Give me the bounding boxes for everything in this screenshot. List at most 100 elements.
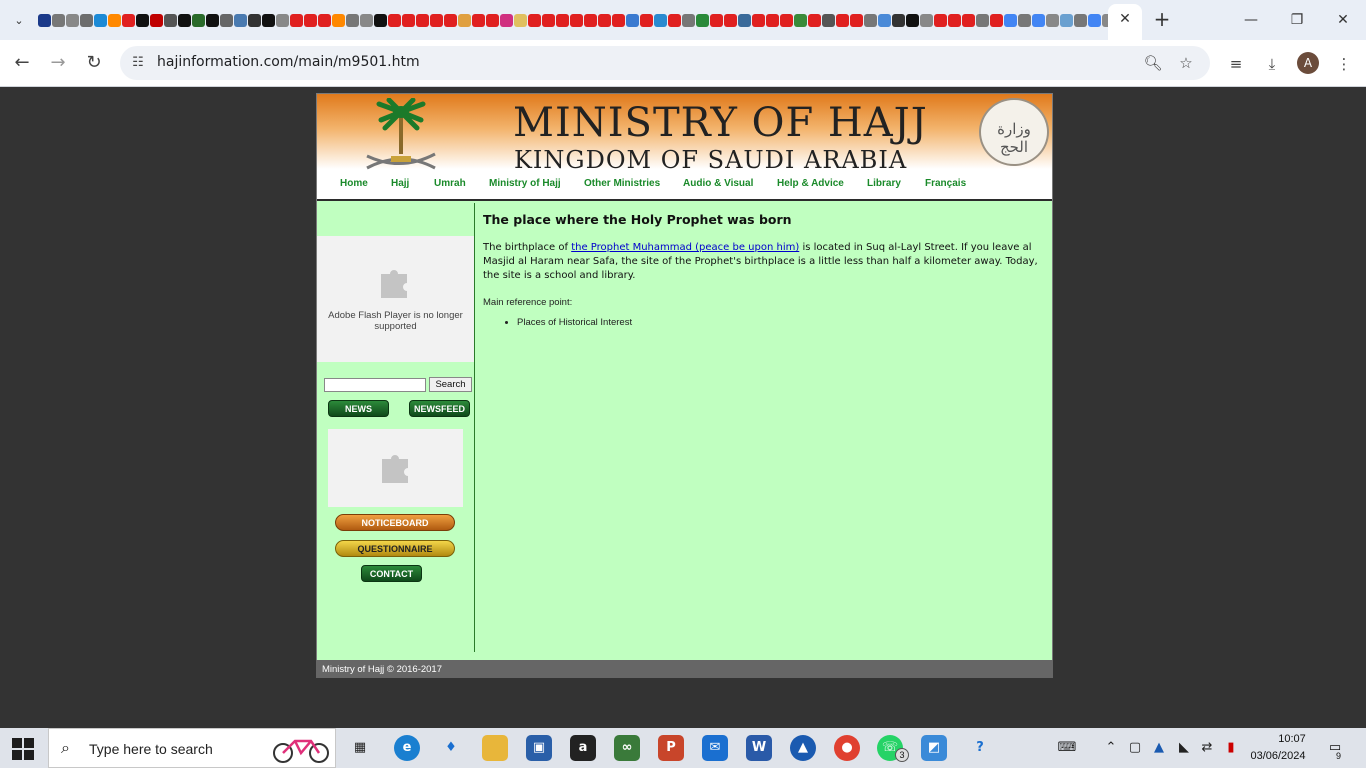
tab-favicon-icon[interactable] xyxy=(1088,13,1101,27)
nav-home[interactable]: Home xyxy=(340,178,368,189)
forward-button[interactable]: → xyxy=(44,50,72,78)
tab-favicon-icon[interactable] xyxy=(584,13,597,27)
edge-icon[interactable]: e xyxy=(394,735,420,761)
clock-date[interactable]: 03/06/2024 xyxy=(1246,750,1310,762)
amazon-icon[interactable]: a xyxy=(570,735,596,761)
photos-icon[interactable]: ◩ xyxy=(921,735,947,761)
site-info-icon[interactable]: ☷ xyxy=(128,53,148,73)
tab-favicon-icon[interactable] xyxy=(304,13,317,27)
tab-favicon-icon[interactable] xyxy=(66,13,79,27)
tab-favicon-icon[interactable] xyxy=(850,13,863,27)
download-icon[interactable]: ⤓ xyxy=(1260,52,1284,76)
tab-favicon-icon[interactable] xyxy=(136,13,149,27)
tab-favicon-icon[interactable] xyxy=(1032,13,1045,27)
reload-button[interactable]: ↻ xyxy=(80,50,108,78)
tab-favicon-icon[interactable] xyxy=(262,13,275,27)
taskbar-search-box[interactable]: ⌕ Type here to search xyxy=(48,728,336,768)
tab-favicon-icon[interactable] xyxy=(682,13,695,27)
close-window-button[interactable]: ✕ xyxy=(1328,8,1358,32)
tab-favicon-icon[interactable] xyxy=(192,13,205,27)
wifi-icon[interactable]: ◣ xyxy=(1175,739,1193,757)
dropbox-icon[interactable]: ♦ xyxy=(438,735,464,761)
tab-favicon-icon[interactable] xyxy=(990,13,1003,27)
keyboard-icon[interactable]: ⌨ xyxy=(1056,739,1078,757)
tab-favicon-icon[interactable] xyxy=(52,13,65,27)
tab-favicon-icon[interactable] xyxy=(374,13,387,27)
tab-favicon-icon[interactable] xyxy=(920,13,933,27)
restore-button[interactable]: ❐ xyxy=(1282,8,1312,32)
network-icon[interactable]: ⇄ xyxy=(1198,739,1216,757)
powerpoint-icon[interactable]: P xyxy=(658,735,684,761)
tab-favicon-icon[interactable] xyxy=(906,13,919,27)
tab-favicon-icon[interactable] xyxy=(612,13,625,27)
chrome-icon[interactable]: ● xyxy=(834,735,860,761)
tab-favicon-icon[interactable] xyxy=(486,13,499,27)
newsfeed-button[interactable]: NEWSFEED xyxy=(409,400,470,417)
nav-ministry-of-hajj[interactable]: Ministry of Hajj xyxy=(489,178,561,189)
tab-favicon-icon[interactable] xyxy=(290,13,303,27)
profile-avatar[interactable]: A xyxy=(1297,52,1319,74)
zoom-icon[interactable]: 🔍︎ xyxy=(1142,52,1164,74)
tab-favicon-icon[interactable] xyxy=(738,13,751,27)
news-button[interactable]: NEWS xyxy=(328,400,389,417)
tab-favicon-icon[interactable] xyxy=(1018,13,1031,27)
tab-favicon-icon[interactable] xyxy=(430,13,443,27)
address-bar[interactable]: ☷ hajinformation.com/main/m9501.htm 🔍︎ ☆ xyxy=(120,46,1210,80)
tab-favicon-icon[interactable] xyxy=(318,13,331,27)
help-icon[interactable]: ? xyxy=(967,735,993,761)
tab-favicon-icon[interactable] xyxy=(94,13,107,27)
tab-favicon-icon[interactable] xyxy=(472,13,485,27)
new-tab-button[interactable]: + xyxy=(1150,8,1174,32)
tab-favicon-icon[interactable] xyxy=(1060,13,1073,27)
tab-favicon-icon[interactable] xyxy=(332,13,345,27)
bookmark-star-icon[interactable]: ☆ xyxy=(1175,52,1197,74)
tab-favicon-icon[interactable] xyxy=(402,13,415,27)
tab-favicon-icon[interactable] xyxy=(164,13,177,27)
tab-favicon-icon[interactable] xyxy=(1004,13,1017,27)
tab-favicon-icon[interactable] xyxy=(444,13,457,27)
tab-favicon-icon[interactable] xyxy=(514,13,527,27)
url-text[interactable]: hajinformation.com/main/m9501.htm xyxy=(157,54,420,70)
tab-favicon-icon[interactable] xyxy=(1074,13,1087,27)
chevron-up-icon[interactable]: ⌃ xyxy=(1102,739,1120,757)
close-tab-button[interactable]: ✕ xyxy=(1116,10,1134,28)
tab-favicon-icon[interactable] xyxy=(206,13,219,27)
tab-favicon-icon[interactable] xyxy=(962,13,975,27)
nav-hajj[interactable]: Hajj xyxy=(391,178,409,189)
tab-favicon-icon[interactable] xyxy=(1046,13,1059,27)
clock-time[interactable]: 10:07 xyxy=(1262,733,1322,745)
tab-favicon-icon[interactable] xyxy=(388,13,401,27)
tab-favicon-icon[interactable] xyxy=(752,13,765,27)
tab-favicon-icon[interactable] xyxy=(234,13,247,27)
tab-favicon-icon[interactable] xyxy=(780,13,793,27)
tab-favicon-icon[interactable] xyxy=(598,13,611,27)
tab-favicon-icon[interactable] xyxy=(80,13,93,27)
tab-favicon-icon[interactable] xyxy=(836,13,849,27)
tab-favicon-icon[interactable] xyxy=(668,13,681,27)
contact-button[interactable]: CONTACT xyxy=(361,565,422,582)
tab-favicon-icon[interactable] xyxy=(626,13,639,27)
tab-favicon-icon[interactable] xyxy=(178,13,191,27)
questionnaire-button[interactable]: QUESTIONNAIRE xyxy=(335,540,455,557)
nav-umrah[interactable]: Umrah xyxy=(434,178,466,189)
tab-favicon-icon[interactable] xyxy=(276,13,289,27)
nav-library[interactable]: Library xyxy=(867,178,901,189)
vpn-tray-icon[interactable]: ▲ xyxy=(1150,739,1168,757)
tab-favicon-icon[interactable] xyxy=(570,13,583,27)
nav-help-advice[interactable]: Help & Advice xyxy=(777,178,844,189)
tripadvisor-icon[interactable]: ∞ xyxy=(614,735,640,761)
tab-favicon-icon[interactable] xyxy=(108,13,121,27)
tab-favicon-icon[interactable] xyxy=(458,13,471,27)
tab-favicon-icon[interactable] xyxy=(864,13,877,27)
vpn-icon[interactable]: ▲ xyxy=(790,735,816,761)
menu-icon[interactable]: ⋮ xyxy=(1332,52,1356,76)
search-input[interactable] xyxy=(324,378,426,392)
tab-favicon-icon[interactable] xyxy=(878,13,891,27)
tab-favicon-icon[interactable] xyxy=(766,13,779,27)
search-button[interactable]: Search xyxy=(429,377,472,392)
tab-favicon-icon[interactable] xyxy=(542,13,555,27)
tab-favicon-icon[interactable] xyxy=(822,13,835,27)
tab-favicon-icon[interactable] xyxy=(500,13,513,27)
minimize-button[interactable]: — xyxy=(1236,8,1266,32)
notification-center[interactable]: ▭ 9 xyxy=(1324,738,1346,761)
